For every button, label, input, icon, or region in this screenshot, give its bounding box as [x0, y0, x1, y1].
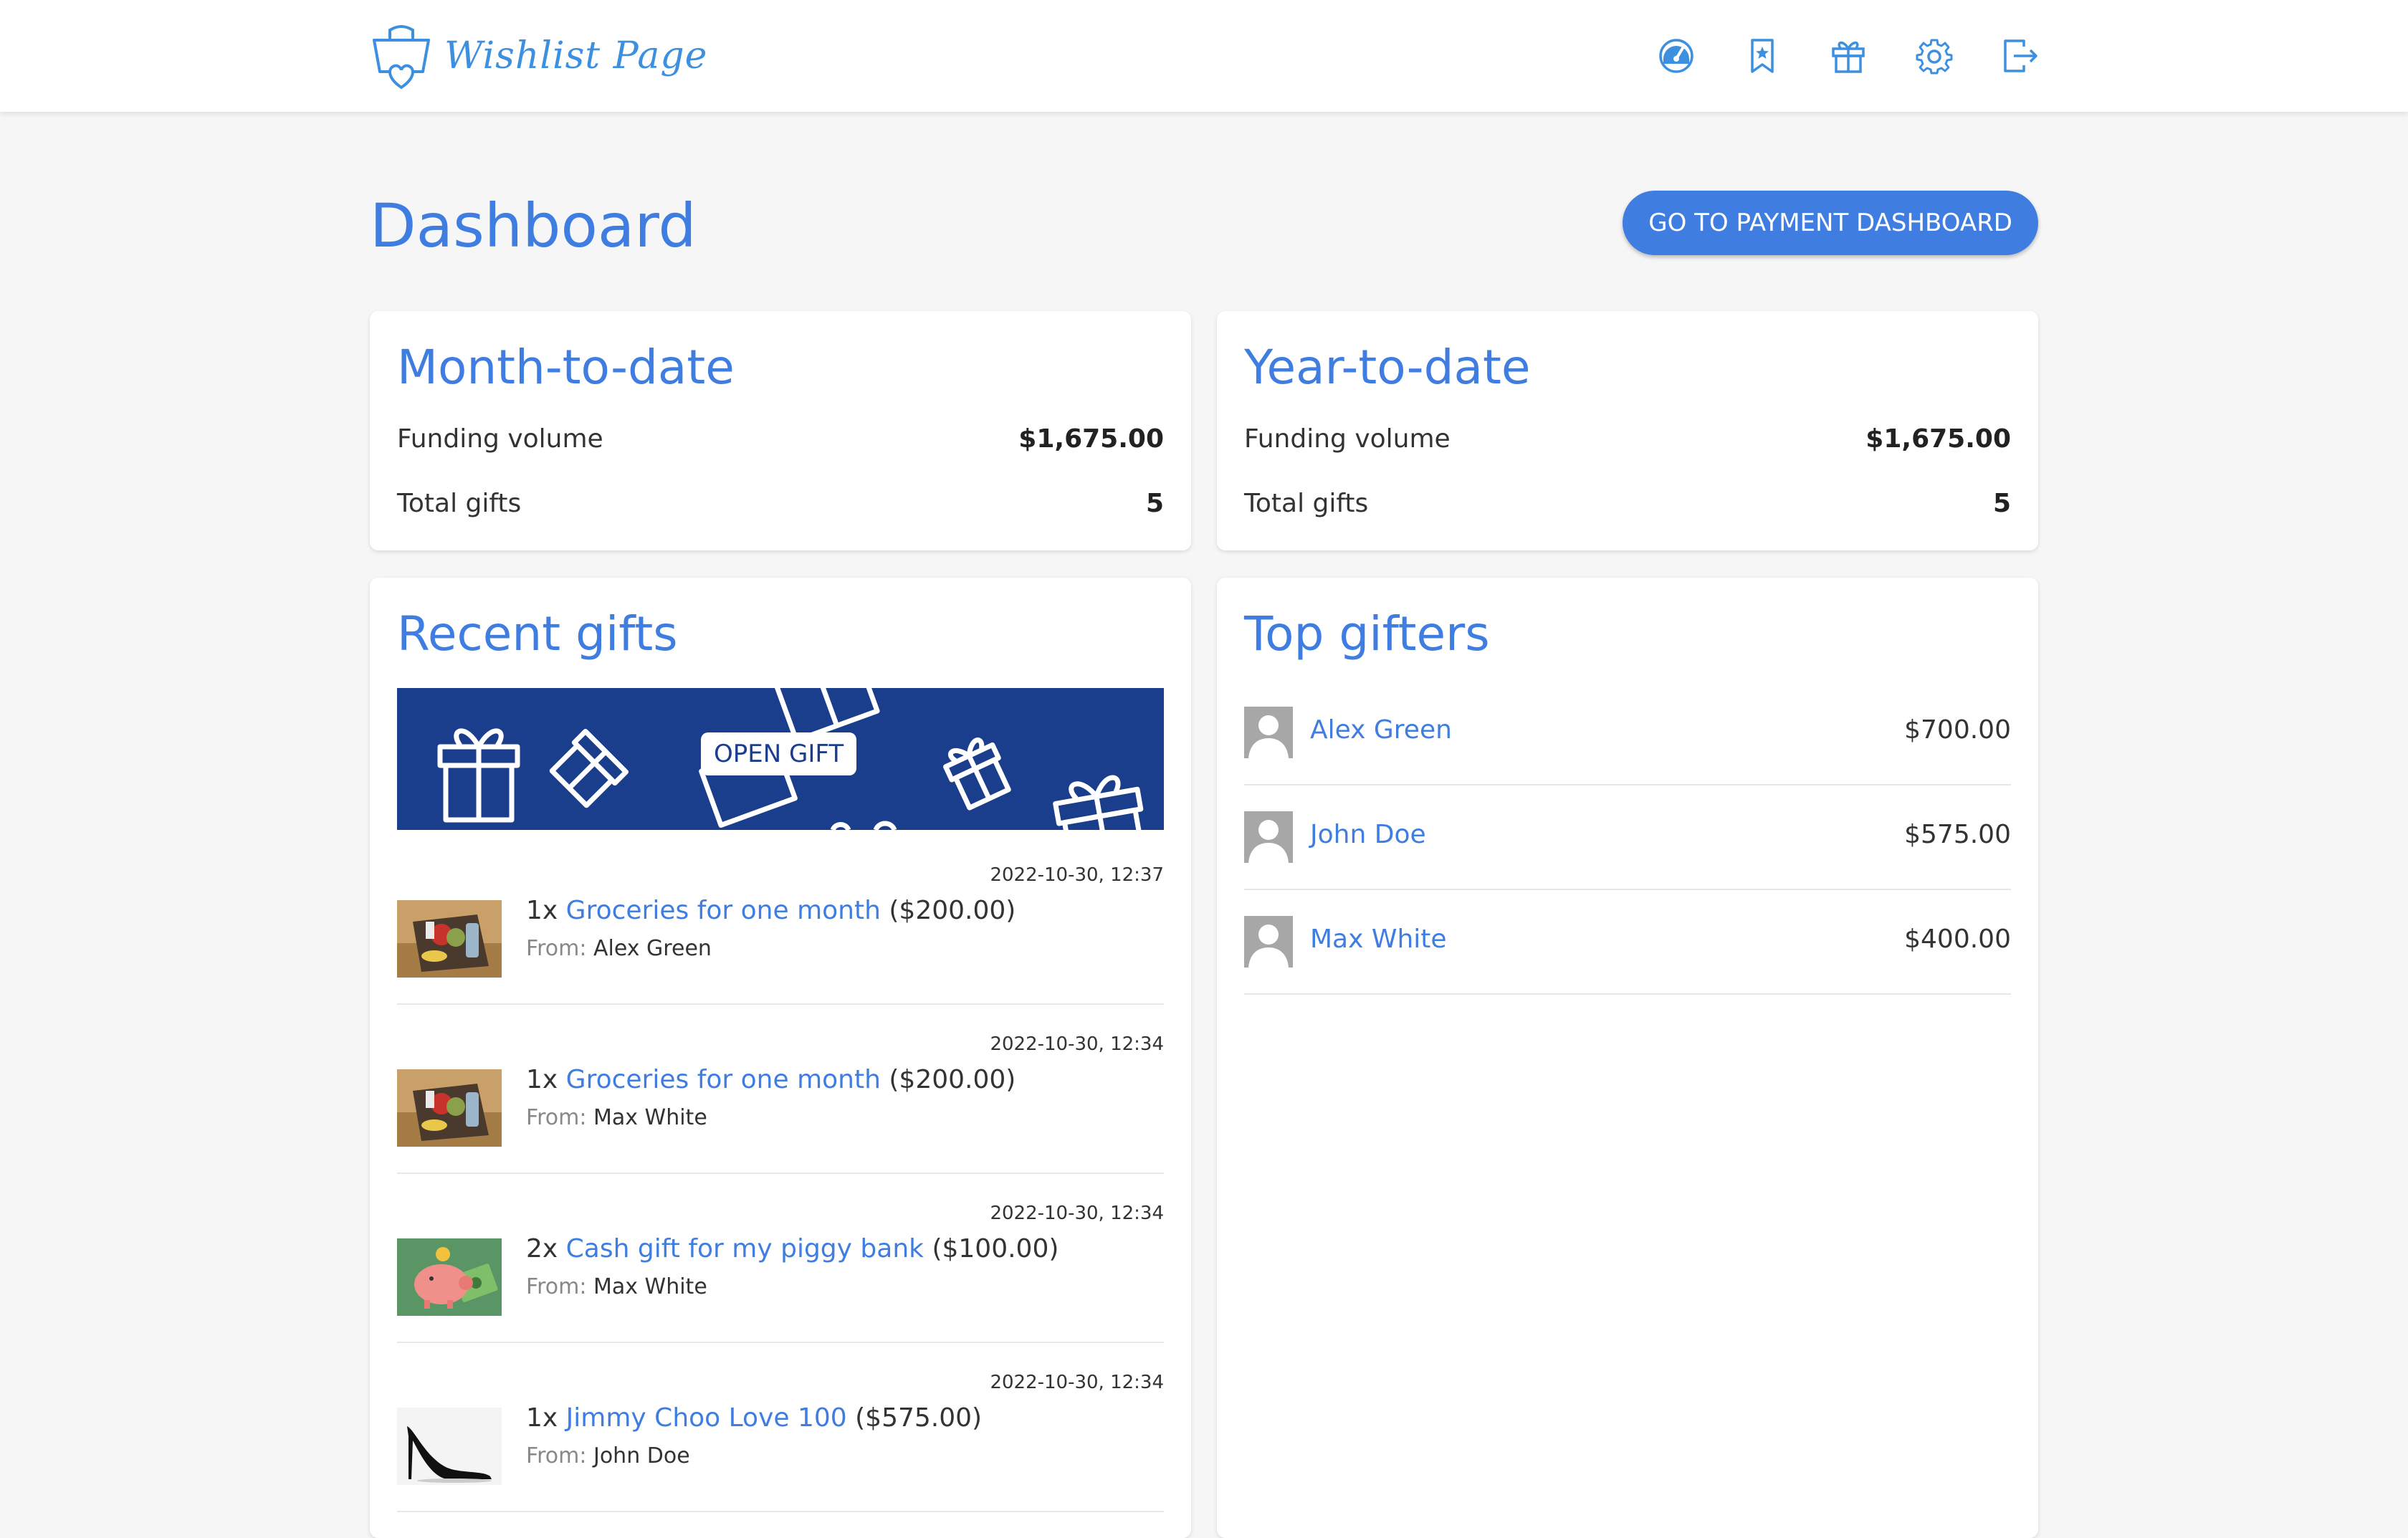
gift-price: ($575.00) [855, 1403, 983, 1433]
gifter-amount: $575.00 [1904, 820, 2011, 849]
logo[interactable]: Wishlist Page [368, 22, 707, 90]
nav-logout[interactable] [2001, 34, 2040, 77]
total-gifts-value: 5 [1145, 488, 1164, 518]
month-to-date-card: Month-to-date Funding volume $1,675.00 T… [370, 311, 1191, 550]
gift-timestamp: 2022-10-30, 12:34 [990, 1203, 1164, 1224]
recent-gifts-card: Recent gifts OPEN GIFT 2022-10-30, 12:37… [370, 578, 1191, 1538]
nav-bookmarks[interactable] [1743, 34, 1782, 77]
funding-volume-value: $1,675.00 [1018, 424, 1164, 454]
funding-volume-label: Funding volume [1244, 424, 1451, 454]
nav-gifts[interactable] [1829, 34, 1868, 77]
from-label: From: [526, 1105, 587, 1130]
top-navbar: Wishlist Page [0, 0, 2408, 112]
from-label: From: [526, 936, 587, 961]
year-to-date-card: Year-to-date Funding volume $1,675.00 To… [1217, 311, 2038, 550]
from-label: From: [526, 1443, 587, 1468]
gift-timestamp: 2022-10-30, 12:37 [990, 864, 1164, 886]
total-gifts-label: Total gifts [1244, 488, 1369, 518]
gift-from: From: Max White [526, 1105, 707, 1130]
logo-text: Wishlist Page [444, 34, 708, 77]
gifter-amount: $700.00 [1904, 715, 2011, 745]
gifter-name-link[interactable]: John Doe [1310, 820, 1426, 849]
avatar [1244, 916, 1293, 968]
gift-price: ($200.00) [889, 896, 1016, 925]
gift-list-item: 2022-10-30, 12:34 1x Groceries for one m… [397, 1005, 1164, 1174]
logout-icon [2004, 39, 2037, 72]
bookmark-icon [1751, 39, 1774, 73]
gift-list-item: 2022-10-30, 12:34 1x Jimmy Choo Love 100… [397, 1343, 1164, 1512]
gifter-row: Alex Green $700.00 [1244, 681, 2011, 785]
top-gifters-title: Top gifters [1244, 606, 1490, 661]
gift-list-item: 2022-10-30, 12:34 2x Cash gift for my pi… [397, 1174, 1164, 1343]
gift-price: ($200.00) [889, 1065, 1016, 1094]
gift-name-link[interactable]: Cash gift for my piggy bank [566, 1234, 924, 1264]
gift-icon [1832, 41, 1865, 73]
recent-gifts-title: Recent gifts [397, 606, 678, 661]
groceries-thumbnail [397, 900, 502, 978]
total-gifts-row: Total gifts 5 [1244, 482, 2011, 525]
gift-line: 1x Jimmy Choo Love 100 ($575.00) [526, 1403, 982, 1433]
funding-volume-row: Funding volume $1,675.00 [1244, 417, 2011, 460]
from-label: From: [526, 1274, 587, 1299]
nav-settings[interactable] [1915, 34, 1954, 77]
funding-volume-row: Funding volume $1,675.00 [397, 417, 1164, 460]
gifter-name-link[interactable]: Alex Green [1310, 715, 1452, 745]
gifter-name-link[interactable]: Max White [1310, 925, 1447, 954]
gift-timestamp: 2022-10-30, 12:34 [990, 1372, 1164, 1393]
nav-icons [1657, 34, 2040, 77]
groceries-thumbnail [397, 1069, 502, 1147]
gift-name-link[interactable]: Jimmy Choo Love 100 [566, 1403, 847, 1433]
total-gifts-value: 5 [1992, 488, 2011, 518]
avatar [1244, 811, 1293, 863]
go-to-payment-dashboard-button[interactable]: GO TO PAYMENT DASHBOARD [1623, 191, 2038, 255]
gift-line: 2x Cash gift for my piggy bank ($100.00) [526, 1234, 1059, 1264]
dashboard-icon [1659, 39, 1693, 73]
top-gifters-card: Top gifters Alex Green $700.00 John Doe … [1217, 578, 2038, 1538]
gift-from-name: Alex Green [593, 936, 712, 961]
gift-name-link[interactable]: Groceries for one month [566, 896, 881, 925]
gifter-row: John Doe $575.00 [1244, 785, 2011, 890]
gift-line: 1x Groceries for one month ($200.00) [526, 896, 1016, 925]
open-gift-banner[interactable]: OPEN GIFT [397, 688, 1164, 830]
gift-quantity: 1x [526, 896, 558, 925]
avatar [1244, 707, 1293, 758]
page-title: Dashboard [370, 191, 697, 261]
nav-dashboard[interactable] [1657, 34, 1696, 77]
gift-from-name: John Doe [593, 1443, 690, 1468]
gift-price: ($100.00) [932, 1234, 1059, 1264]
gift-list-item: 2022-10-30, 12:37 1x Groceries for one m… [397, 836, 1164, 1005]
high-heel-thumbnail [397, 1408, 502, 1485]
gift-quantity: 1x [526, 1065, 558, 1094]
gift-from: From: Alex Green [526, 936, 712, 961]
wishlist-logo-icon [373, 25, 430, 90]
gear-icon [1916, 39, 1953, 75]
gift-name-link[interactable]: Groceries for one month [566, 1065, 881, 1094]
gift-from: From: Max White [526, 1274, 707, 1299]
gift-line: 1x Groceries for one month ($200.00) [526, 1065, 1016, 1094]
gift-quantity: 2x [526, 1234, 558, 1264]
gift-from: From: John Doe [526, 1443, 690, 1468]
funding-volume-value: $1,675.00 [1865, 424, 2011, 454]
total-gifts-label: Total gifts [397, 488, 522, 518]
funding-volume-label: Funding volume [397, 424, 603, 454]
gifter-row: Max White $400.00 [1244, 890, 2011, 995]
page-header: Dashboard GO TO PAYMENT DASHBOARD [370, 191, 2038, 291]
gift-from-name: Max White [593, 1105, 707, 1130]
gift-from-name: Max White [593, 1274, 707, 1299]
open-gift-label: OPEN GIFT [701, 732, 857, 775]
gift-timestamp: 2022-10-30, 12:34 [990, 1033, 1164, 1055]
gift-quantity: 1x [526, 1403, 558, 1433]
total-gifts-row: Total gifts 5 [397, 482, 1164, 525]
piggy-bank-thumbnail [397, 1238, 502, 1316]
gifter-amount: $400.00 [1904, 925, 2011, 954]
month-to-date-title: Month-to-date [397, 340, 735, 395]
year-to-date-title: Year-to-date [1244, 340, 1531, 395]
